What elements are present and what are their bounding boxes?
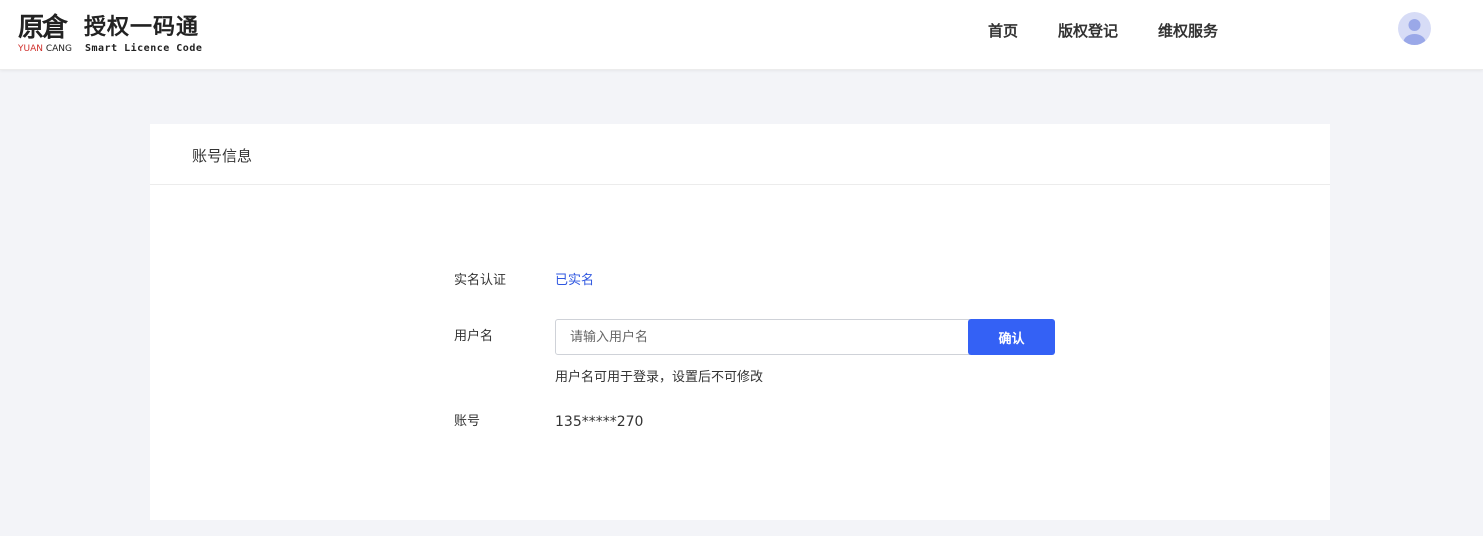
logo-mark-english: YUAN CANG [18,44,72,54]
nav-home[interactable]: 首页 [988,21,1018,41]
username-input[interactable] [555,319,972,355]
username-label: 用户名 [454,329,494,344]
logo-en-dark: CANG [45,44,72,54]
account-value: 135*****270 [555,414,644,430]
logo-title: 授权一码通 [84,15,200,40]
card-title: 账号信息 [192,147,253,165]
logo-en-red: YUAN [18,44,46,54]
account-label: 账号 [454,414,481,429]
account-info-card: 账号信息 实名认证 已实名 用户名 确认 用户名可用于登录，设置后不可修改 账号… [150,124,1330,520]
user-avatar-icon[interactable] [1398,12,1431,45]
top-header: 原倉 YUAN CANG 授权一码通 Smart Licence Code 首页… [0,0,1483,70]
username-hint: 用户名可用于登录，设置后不可修改 [555,370,764,385]
avatar-person-icon [1403,19,1426,45]
logo-subtitle: Smart Licence Code [85,43,203,54]
confirm-button[interactable]: 确认 [968,319,1055,355]
nav-copyright-registration[interactable]: 版权登记 [1058,21,1118,41]
nav-rights-protection[interactable]: 维权服务 [1158,21,1218,41]
card-header: 账号信息 [150,124,1330,185]
realname-status[interactable]: 已实名 [555,272,594,290]
realname-label: 实名认证 [454,273,507,288]
logo-mark-text: 原倉 [18,13,68,43]
